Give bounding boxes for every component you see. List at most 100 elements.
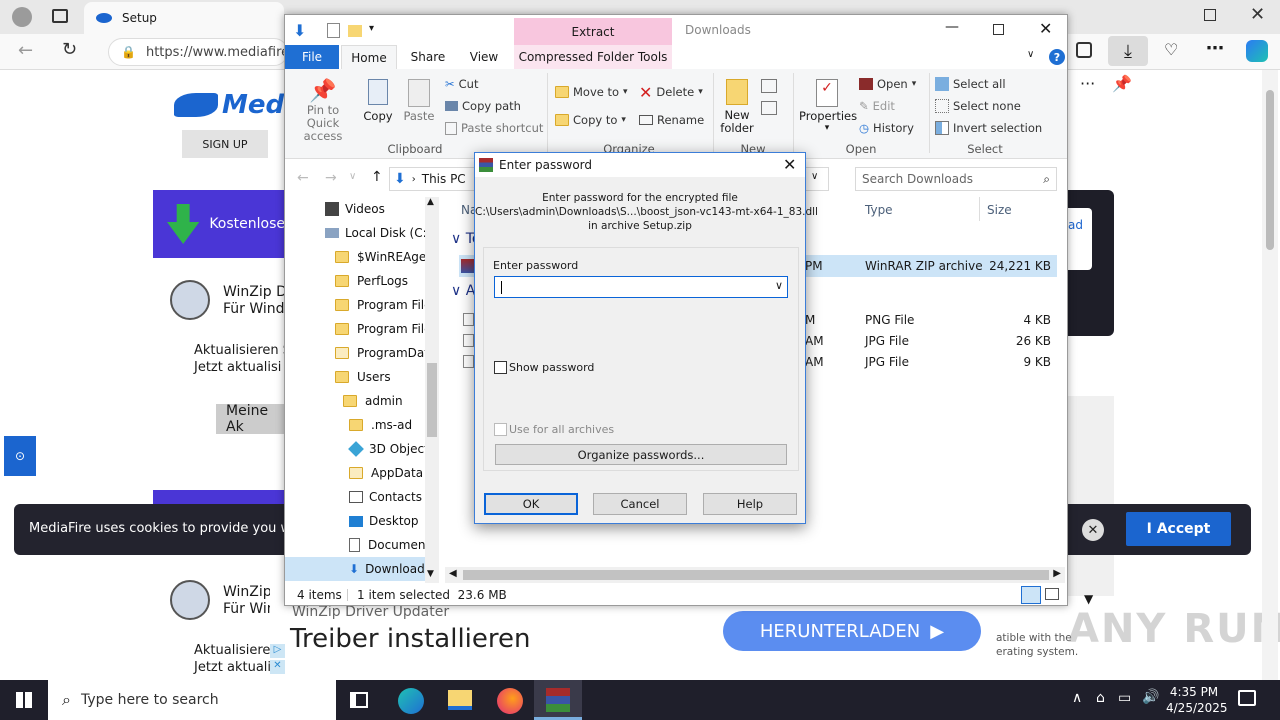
recent-dropdown-icon[interactable]: ∨ (349, 171, 356, 182)
tree-item-contacts[interactable]: Contacts (285, 485, 422, 509)
edge-taskbar-icon[interactable] (398, 688, 424, 714)
download-ad-button[interactable]: HERUNTERLADEN ▶ (723, 611, 981, 651)
notifications-icon[interactable] (1238, 690, 1256, 706)
browser-tab[interactable]: Setup (84, 2, 284, 34)
password-dropdown-icon[interactable]: ∨ (775, 279, 783, 292)
tab-compressed-tools[interactable]: Compressed Folder Tools (514, 45, 672, 69)
easy-access-icon[interactable] (761, 101, 777, 115)
ellipsis-icon[interactable]: ··· (1080, 74, 1095, 93)
explorer-taskbar-icon[interactable] (448, 690, 472, 710)
h-scroll-thumb[interactable] (463, 570, 1049, 580)
firefox-taskbar-icon[interactable] (497, 688, 523, 714)
promo-banner[interactable]: Kostenlose (153, 190, 285, 258)
qa-dropdown-icon[interactable]: ▾ (369, 23, 374, 34)
properties-qa-icon[interactable] (327, 23, 340, 38)
delete-button[interactable]: ✕ Delete ▾ (639, 81, 703, 103)
paste-button[interactable]: Paste (401, 79, 437, 123)
nav-scrollbar[interactable]: ▲ ▼ (425, 197, 439, 583)
quick-access-down-icon[interactable]: ⬇ (293, 21, 306, 40)
use-all-box[interactable] (494, 423, 507, 436)
tree-item-users[interactable]: Users (285, 365, 391, 389)
tree-item-local-disk[interactable]: Local Disk (C:) (285, 221, 431, 245)
account-button[interactable]: Meine Ak (216, 403, 286, 435)
accept-cookies-button[interactable]: I Accept (1126, 512, 1231, 546)
scroll-right-icon[interactable]: ▶ (1053, 568, 1061, 579)
column-size[interactable]: Size (987, 203, 1012, 217)
help-button[interactable]: Help (703, 493, 797, 515)
more-options-icon[interactable]: ⋯ (1206, 38, 1224, 59)
collections-icon[interactable] (1076, 42, 1092, 58)
organize-passwords-button[interactable]: Organize passwords... (495, 444, 787, 465)
pin-icon[interactable]: 📌 (1112, 74, 1132, 93)
move-to-button[interactable]: Move to ▾ (555, 81, 628, 103)
paste-shortcut-button[interactable]: Paste shortcut (445, 117, 543, 139)
properties-button[interactable]: ✓ Properties ▾ (799, 79, 857, 133)
tree-item-documents[interactable]: Documents (285, 533, 436, 557)
volume-icon[interactable]: 🔊 (1142, 689, 1159, 705)
nav-scroll-thumb[interactable] (427, 363, 437, 437)
tree-item-videos[interactable]: Videos (285, 197, 385, 221)
tab-file[interactable]: File (285, 45, 339, 69)
tree-item-ms-ad[interactable]: .ms-ad (285, 413, 412, 437)
address-bar[interactable]: 🔒 https://www.mediafire (108, 38, 289, 66)
tree-item-downloads[interactable]: ⬇ Downloads (285, 557, 431, 581)
edit-button[interactable]: ✎ Edit (859, 95, 895, 117)
ok-button[interactable]: OK (484, 493, 578, 515)
nav-forward-icon[interactable]: → (325, 170, 337, 186)
tab-share[interactable]: Share (403, 45, 453, 69)
newfolder-qa-icon[interactable] (348, 25, 362, 37)
column-divider[interactable] (979, 197, 980, 221)
group-earlier[interactable]: ∨ A (451, 283, 475, 299)
tab-actions-icon[interactable] (52, 9, 68, 23)
ad-info-icon[interactable]: ▷ (270, 644, 285, 658)
select-none-button[interactable]: Select none (935, 95, 1021, 117)
health-icon[interactable]: ♡ (1164, 40, 1178, 59)
scroll-down-icon[interactable]: ▼ (427, 569, 434, 579)
ad-close-icon[interactable]: ✕ (270, 660, 285, 674)
tree-item-program-files-x86[interactable]: Program Files (285, 317, 438, 341)
new-item-icon[interactable] (761, 79, 777, 93)
tab-home[interactable]: Home (341, 45, 397, 70)
mediafire-logo[interactable]: Medi (174, 90, 293, 120)
up-icon[interactable]: ↑ (371, 169, 383, 185)
right-white-card[interactable]: ad (1068, 208, 1092, 270)
profile-avatar[interactable] (12, 7, 32, 27)
restore-icon[interactable] (1204, 9, 1216, 21)
tree-item-perflogs[interactable]: PerfLogs (285, 269, 408, 293)
help-icon[interactable]: ? (1049, 49, 1065, 65)
copy-to-button[interactable]: Copy to ▾ (555, 109, 626, 131)
tree-item-3d-objects[interactable]: 3D Objects (285, 437, 435, 461)
address-dropdown-icon[interactable]: ∨ (811, 171, 818, 182)
maximize-icon[interactable] (993, 24, 1004, 35)
select-all-button[interactable]: Select all (935, 73, 1006, 95)
show-password-box[interactable] (494, 361, 507, 374)
taskbar-search[interactable]: ⌕ Type here to search (48, 680, 336, 720)
search-box[interactable]: Search Downloads ⌕ (855, 167, 1057, 191)
column-type[interactable]: Type (865, 203, 893, 217)
rename-button[interactable]: Rename (639, 109, 704, 131)
refresh-icon[interactable]: ↻ (62, 39, 77, 60)
history-button[interactable]: ◷ History (859, 117, 914, 139)
ribbon-expand-icon[interactable]: ∨ (1027, 49, 1034, 60)
scroll-up-icon[interactable]: ▲ (427, 197, 434, 207)
large-icons-view-icon[interactable] (1045, 588, 1059, 600)
network-icon[interactable]: ⌂ (1096, 690, 1105, 706)
pin-quick-access-button[interactable]: 📌 Pin to Quick access (289, 79, 357, 143)
scroll-thumb[interactable] (1266, 90, 1274, 250)
tab-view[interactable]: View (459, 45, 509, 69)
side-blue-tab[interactable]: ⊙ (4, 436, 36, 476)
invert-selection-button[interactable]: Invert selection (935, 117, 1042, 139)
dialog-close-icon[interactable]: ✕ (783, 155, 796, 174)
tree-item-desktop[interactable]: Desktop (285, 509, 419, 533)
downloads-icon[interactable]: ⤓ (1108, 36, 1148, 66)
task-view-icon[interactable] (350, 692, 368, 708)
monitor-icon[interactable]: ▭ (1118, 690, 1131, 706)
show-password-checkbox[interactable]: Show password (494, 361, 594, 374)
winrar-taskbar-icon[interactable] (534, 680, 582, 720)
horizontal-scrollbar[interactable]: ◀ ▶ (445, 567, 1065, 583)
dropdown-chevron-icon[interactable]: ▼ (1084, 592, 1093, 606)
nav-back-icon[interactable]: ← (297, 170, 309, 186)
back-icon[interactable]: ← (18, 40, 33, 61)
extract-contextual-tab[interactable]: Extract (514, 18, 672, 45)
windows-start-icon[interactable] (16, 692, 32, 708)
